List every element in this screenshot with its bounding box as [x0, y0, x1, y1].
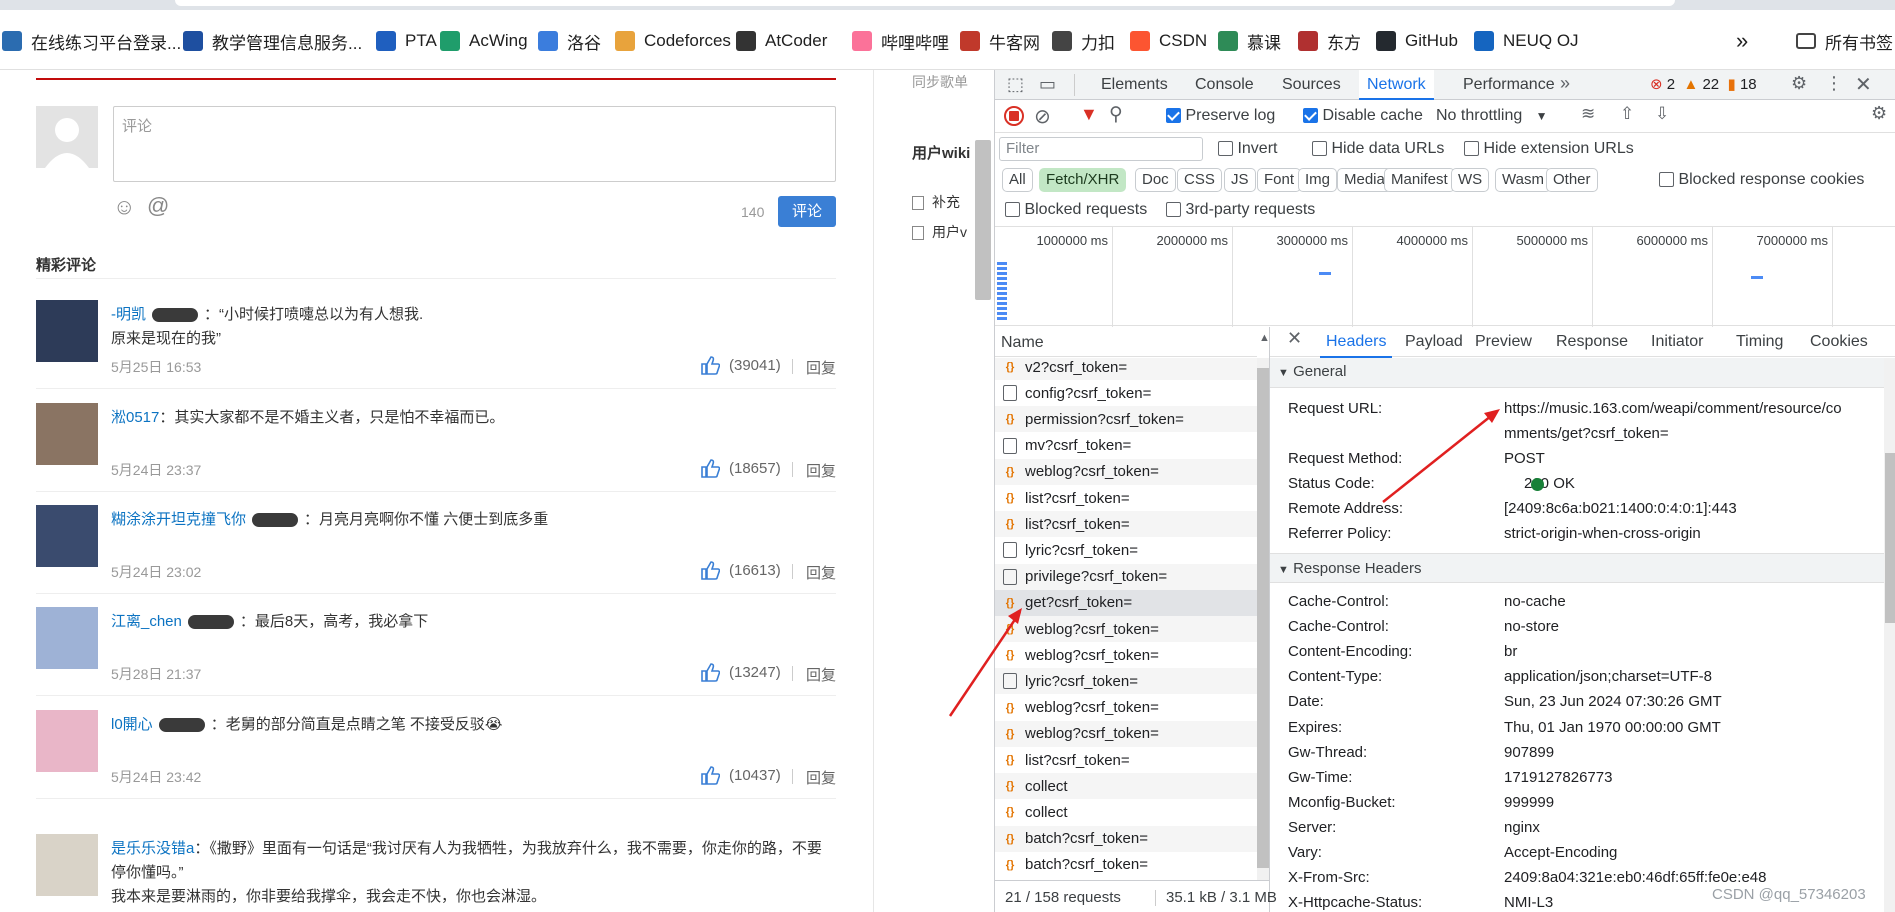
csdn-watermark: CSDN @qq_57346203	[1712, 886, 1866, 903]
red-arrow-to-url	[1382, 409, 1500, 503]
annotation-arrows	[948, 409, 1500, 717]
red-arrow-to-request	[948, 608, 1022, 717]
